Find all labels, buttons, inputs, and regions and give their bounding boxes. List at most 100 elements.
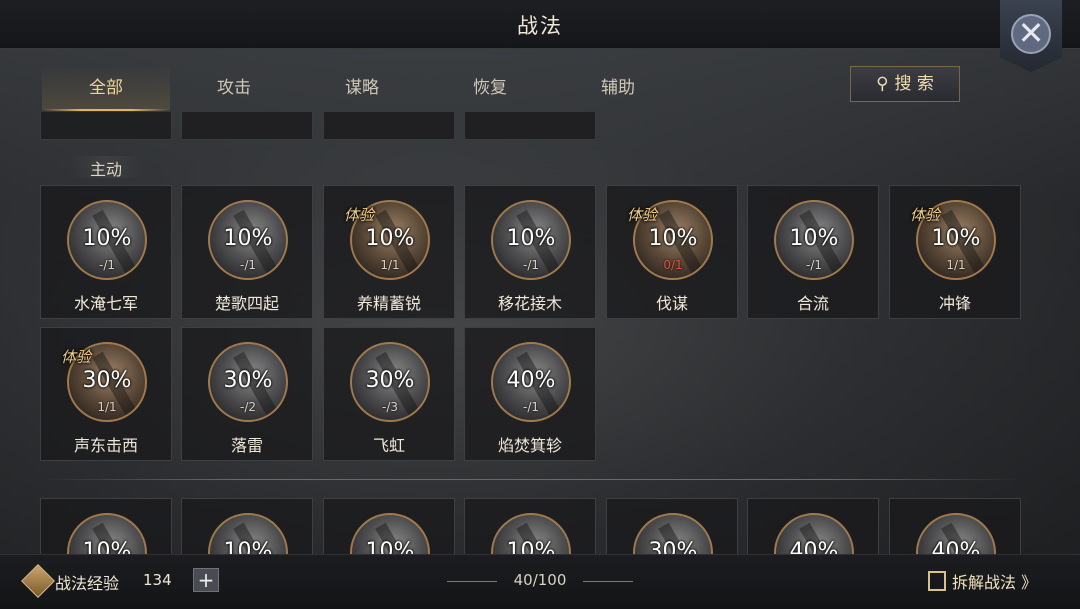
tab-support[interactable]: 辅助 [554,66,682,110]
add-exp-button[interactable]: + [193,568,219,592]
tactic-name: 伐谋 [655,294,688,313]
tactic-list[interactable]: 主动 10% -/1 水淹七军 10% -/1 楚歌四起 10% 1/1 体验 养精蓄锐 10% -/… [0,112,1080,554]
tab-all[interactable]: 全部 [42,66,170,111]
tactic-emblem-icon: 10% [350,513,430,554]
tactic-card-partial[interactable] [464,112,596,140]
tactic-emblem-icon: 10% -/1 [491,200,571,280]
tactic-emblem-icon: 10% -/1 [774,200,854,280]
trial-tag: 体验 [344,206,375,224]
exp-label: 战法经验 [55,574,120,593]
exp-value: 134 [143,571,172,589]
tactic-percent: 10% [365,539,415,554]
close-button[interactable]: ✕ [1000,0,1062,72]
tactic-card[interactable]: 40% [889,498,1021,554]
tactic-card[interactable]: 10% -/1 移花接木 [464,185,596,319]
section-divider [40,479,1022,480]
tactic-count: -/3 [381,400,398,414]
trial-tag: 体验 [61,348,92,366]
tactic-percent: 10% [223,539,273,554]
tactic-card[interactable]: 10% -/1 水淹七军 [40,185,172,319]
tactic-percent: 10% [506,539,556,554]
tactic-card[interactable]: 40% [747,498,879,554]
tactic-count: 40/100 [513,571,567,589]
tab-strategy[interactable]: 谋略 [298,66,426,110]
tactic-name: 声东击西 [73,436,138,455]
tactic-count: -/1 [805,258,822,272]
tactic-card[interactable]: 10% 1/1 体验冲锋 [889,185,1021,319]
tactic-name: 合流 [796,294,829,313]
tactic-card[interactable]: 10% 0/1 体验伐谋 [606,185,738,319]
tactic-card[interactable]: 10% -/1 合流 [747,185,879,319]
search-icon: ⚲ [876,74,889,94]
tactic-count: 1/1 [380,258,400,272]
tactic-name: 移花接木 [497,294,562,313]
tactic-emblem-icon: 40% [916,513,996,554]
tactic-card[interactable]: 10% -/1 楚歌四起 [181,185,313,319]
tactic-name: 飞虹 [372,436,405,455]
search-label: 搜 索 [894,74,934,94]
tactic-percent: 10% [648,226,698,251]
tactic-emblem-icon: 30% [633,513,713,554]
tactic-percent: 30% [223,368,273,393]
tactic-count: -/2 [239,400,256,414]
tactic-card[interactable]: 30% 1/1 体验声东击西 [40,327,172,461]
tactic-card-partial[interactable] [181,112,313,140]
tactic-name: 冲锋 [938,294,971,313]
trial-tag: 体验 [627,206,658,224]
tactic-count: -/1 [98,258,115,272]
tactic-percent: 30% [648,539,698,554]
tactic-percent: 10% [82,539,132,554]
tactic-percent: 10% [82,226,132,251]
tactic-percent: 40% [506,368,556,393]
tactic-count: -/1 [522,258,539,272]
tactic-count: -/1 [522,400,539,414]
tactic-emblem-icon: 10% -/1 [208,200,288,280]
tactic-emblem-icon: 40% [774,513,854,554]
tactic-emblem-icon: 10% [491,513,571,554]
tactic-count: 1/1 [97,400,117,414]
tactic-card[interactable]: 10% [40,498,172,554]
tactic-name: 水淹七军 [73,294,138,313]
tab-attack[interactable]: 攻击 [170,66,298,110]
decompose-label: 拆解战法 》 [952,573,1038,592]
tactic-emblem-icon: 40% -/1 [491,342,571,422]
tactic-card[interactable]: 10% 1/1 体验养精蓄锐 [323,185,455,319]
trial-tag: 体验 [910,206,941,224]
search-button[interactable]: ⚲ 搜 索 [850,66,960,102]
tactic-card[interactable]: 40% -/1 焰焚箕轸 [464,327,596,461]
decompose-button[interactable]: 拆解战法 》 [928,569,1037,593]
tactic-book-icon [21,564,55,598]
tactic-percent: 10% [931,226,981,251]
tactic-percent: 30% [82,368,132,393]
tactic-card-partial[interactable] [323,112,455,140]
tactic-card[interactable]: 10% [181,498,313,554]
tactic-name: 楚歌四起 [214,294,279,313]
tactic-name: 落雷 [230,436,263,455]
tactic-card[interactable]: 30% -/2 落雷 [181,327,313,461]
tactic-count: 1/1 [946,258,966,272]
tactic-percent: 40% [789,539,839,554]
tactic-card[interactable]: 30% -/3 飞虹 [323,327,455,461]
tactic-emblem-icon: 10% -/1 [67,200,147,280]
tactic-card-partial[interactable] [40,112,172,140]
tactic-emblem-icon: 30% -/3 [350,342,430,422]
tactic-name: 养精蓄锐 [356,294,421,313]
section-active-label: 主动 [70,156,142,179]
tactic-percent: 30% [365,368,415,393]
tactic-count: 0/1 [663,258,683,272]
tactic-emblem-icon: 10% [67,513,147,554]
tactic-card[interactable]: 30% [606,498,738,554]
page-title: 战法 [517,14,563,38]
bottom-bar: 战法经验 134 40/100 拆解战法 》 [0,554,1080,609]
tactic-count: -/1 [239,258,256,272]
tactic-emblem-icon: 10% [208,513,288,554]
top-bar: 战法 [0,0,1080,49]
tactic-emblem-icon: 30% -/2 [208,342,288,422]
tactic-percent: 10% [365,226,415,251]
document-list-icon [928,571,946,591]
tactic-percent: 10% [223,226,273,251]
tactic-card[interactable]: 10% [323,498,455,554]
tactic-card[interactable]: 10% [464,498,596,554]
tactic-percent: 10% [789,226,839,251]
tab-recovery[interactable]: 恢复 [426,66,554,110]
